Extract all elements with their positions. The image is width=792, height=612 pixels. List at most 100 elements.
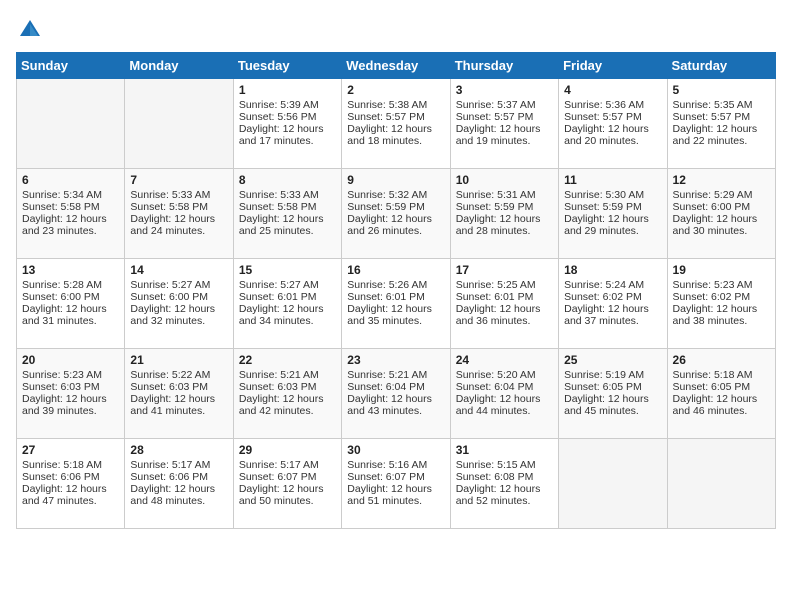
sunset: Sunset: 5:58 PM [239, 201, 317, 213]
sunrise: Sunrise: 5:23 AM [673, 279, 753, 291]
day-number: 27 [22, 443, 119, 457]
daylight: Daylight: 12 hours and 30 minutes. [673, 213, 758, 237]
page-header [16, 16, 776, 44]
header-row: SundayMondayTuesdayWednesdayThursdayFrid… [17, 53, 776, 79]
sunset: Sunset: 5:57 PM [456, 111, 534, 123]
sunset: Sunset: 6:03 PM [22, 381, 100, 393]
calendar-cell: 31 Sunrise: 5:15 AM Sunset: 6:08 PM Dayl… [450, 439, 558, 529]
sunrise: Sunrise: 5:39 AM [239, 99, 319, 111]
sunrise: Sunrise: 5:17 AM [239, 459, 319, 471]
calendar-cell: 4 Sunrise: 5:36 AM Sunset: 5:57 PM Dayli… [559, 79, 667, 169]
calendar-table: SundayMondayTuesdayWednesdayThursdayFrid… [16, 52, 776, 529]
sunset: Sunset: 5:59 PM [564, 201, 642, 213]
daylight: Daylight: 12 hours and 44 minutes. [456, 393, 541, 417]
sunrise: Sunrise: 5:33 AM [239, 189, 319, 201]
calendar-cell: 6 Sunrise: 5:34 AM Sunset: 5:58 PM Dayli… [17, 169, 125, 259]
calendar-cell: 16 Sunrise: 5:26 AM Sunset: 6:01 PM Dayl… [342, 259, 450, 349]
day-number: 17 [456, 263, 553, 277]
day-number: 6 [22, 173, 119, 187]
sunset: Sunset: 6:06 PM [22, 471, 100, 483]
calendar-cell: 24 Sunrise: 5:20 AM Sunset: 6:04 PM Dayl… [450, 349, 558, 439]
sunset: Sunset: 5:57 PM [673, 111, 751, 123]
sunset: Sunset: 6:01 PM [239, 291, 317, 303]
daylight: Daylight: 12 hours and 39 minutes. [22, 393, 107, 417]
sunset: Sunset: 6:08 PM [456, 471, 534, 483]
day-number: 16 [347, 263, 444, 277]
sunrise: Sunrise: 5:30 AM [564, 189, 644, 201]
calendar-cell: 21 Sunrise: 5:22 AM Sunset: 6:03 PM Dayl… [125, 349, 233, 439]
sunrise: Sunrise: 5:22 AM [130, 369, 210, 381]
sunrise: Sunrise: 5:25 AM [456, 279, 536, 291]
daylight: Daylight: 12 hours and 43 minutes. [347, 393, 432, 417]
sunset: Sunset: 5:59 PM [347, 201, 425, 213]
sunrise: Sunrise: 5:38 AM [347, 99, 427, 111]
sunset: Sunset: 6:00 PM [130, 291, 208, 303]
calendar-cell: 28 Sunrise: 5:17 AM Sunset: 6:06 PM Dayl… [125, 439, 233, 529]
sunrise: Sunrise: 5:21 AM [347, 369, 427, 381]
day-number: 22 [239, 353, 336, 367]
calendar-cell: 12 Sunrise: 5:29 AM Sunset: 6:00 PM Dayl… [667, 169, 775, 259]
day-number: 20 [22, 353, 119, 367]
daylight: Daylight: 12 hours and 20 minutes. [564, 123, 649, 147]
sunset: Sunset: 6:00 PM [673, 201, 751, 213]
day-number: 10 [456, 173, 553, 187]
sunset: Sunset: 5:57 PM [564, 111, 642, 123]
sunset: Sunset: 6:02 PM [564, 291, 642, 303]
daylight: Daylight: 12 hours and 17 minutes. [239, 123, 324, 147]
sunrise: Sunrise: 5:34 AM [22, 189, 102, 201]
daylight: Daylight: 12 hours and 28 minutes. [456, 213, 541, 237]
day-number: 7 [130, 173, 227, 187]
calendar-cell: 7 Sunrise: 5:33 AM Sunset: 5:58 PM Dayli… [125, 169, 233, 259]
day-number: 15 [239, 263, 336, 277]
day-number: 26 [673, 353, 770, 367]
daylight: Daylight: 12 hours and 46 minutes. [673, 393, 758, 417]
daylight: Daylight: 12 hours and 41 minutes. [130, 393, 215, 417]
day-header-wednesday: Wednesday [342, 53, 450, 79]
day-number: 29 [239, 443, 336, 457]
sunrise: Sunrise: 5:21 AM [239, 369, 319, 381]
calendar-cell: 3 Sunrise: 5:37 AM Sunset: 5:57 PM Dayli… [450, 79, 558, 169]
week-row-4: 20 Sunrise: 5:23 AM Sunset: 6:03 PM Dayl… [17, 349, 776, 439]
sunrise: Sunrise: 5:27 AM [130, 279, 210, 291]
sunset: Sunset: 6:02 PM [673, 291, 751, 303]
day-number: 19 [673, 263, 770, 277]
daylight: Daylight: 12 hours and 26 minutes. [347, 213, 432, 237]
calendar-cell: 10 Sunrise: 5:31 AM Sunset: 5:59 PM Dayl… [450, 169, 558, 259]
calendar-cell [559, 439, 667, 529]
day-number: 2 [347, 83, 444, 97]
sunrise: Sunrise: 5:20 AM [456, 369, 536, 381]
sunset: Sunset: 6:00 PM [22, 291, 100, 303]
sunset: Sunset: 6:07 PM [347, 471, 425, 483]
calendar-body: 1 Sunrise: 5:39 AM Sunset: 5:56 PM Dayli… [17, 79, 776, 529]
calendar-cell: 5 Sunrise: 5:35 AM Sunset: 5:57 PM Dayli… [667, 79, 775, 169]
day-number: 23 [347, 353, 444, 367]
week-row-3: 13 Sunrise: 5:28 AM Sunset: 6:00 PM Dayl… [17, 259, 776, 349]
calendar-cell [667, 439, 775, 529]
day-number: 24 [456, 353, 553, 367]
day-number: 5 [673, 83, 770, 97]
daylight: Daylight: 12 hours and 32 minutes. [130, 303, 215, 327]
calendar-cell: 2 Sunrise: 5:38 AM Sunset: 5:57 PM Dayli… [342, 79, 450, 169]
day-number: 31 [456, 443, 553, 457]
daylight: Daylight: 12 hours and 45 minutes. [564, 393, 649, 417]
day-number: 18 [564, 263, 661, 277]
sunset: Sunset: 5:57 PM [347, 111, 425, 123]
sunrise: Sunrise: 5:33 AM [130, 189, 210, 201]
day-number: 12 [673, 173, 770, 187]
day-header-friday: Friday [559, 53, 667, 79]
sunrise: Sunrise: 5:23 AM [22, 369, 102, 381]
calendar-cell: 11 Sunrise: 5:30 AM Sunset: 5:59 PM Dayl… [559, 169, 667, 259]
day-number: 9 [347, 173, 444, 187]
calendar-cell: 1 Sunrise: 5:39 AM Sunset: 5:56 PM Dayli… [233, 79, 341, 169]
daylight: Daylight: 12 hours and 38 minutes. [673, 303, 758, 327]
sunrise: Sunrise: 5:15 AM [456, 459, 536, 471]
week-row-2: 6 Sunrise: 5:34 AM Sunset: 5:58 PM Dayli… [17, 169, 776, 259]
sunset: Sunset: 6:01 PM [456, 291, 534, 303]
daylight: Daylight: 12 hours and 31 minutes. [22, 303, 107, 327]
week-row-5: 27 Sunrise: 5:18 AM Sunset: 6:06 PM Dayl… [17, 439, 776, 529]
sunrise: Sunrise: 5:28 AM [22, 279, 102, 291]
sunrise: Sunrise: 5:32 AM [347, 189, 427, 201]
daylight: Daylight: 12 hours and 18 minutes. [347, 123, 432, 147]
sunset: Sunset: 6:04 PM [347, 381, 425, 393]
day-header-tuesday: Tuesday [233, 53, 341, 79]
